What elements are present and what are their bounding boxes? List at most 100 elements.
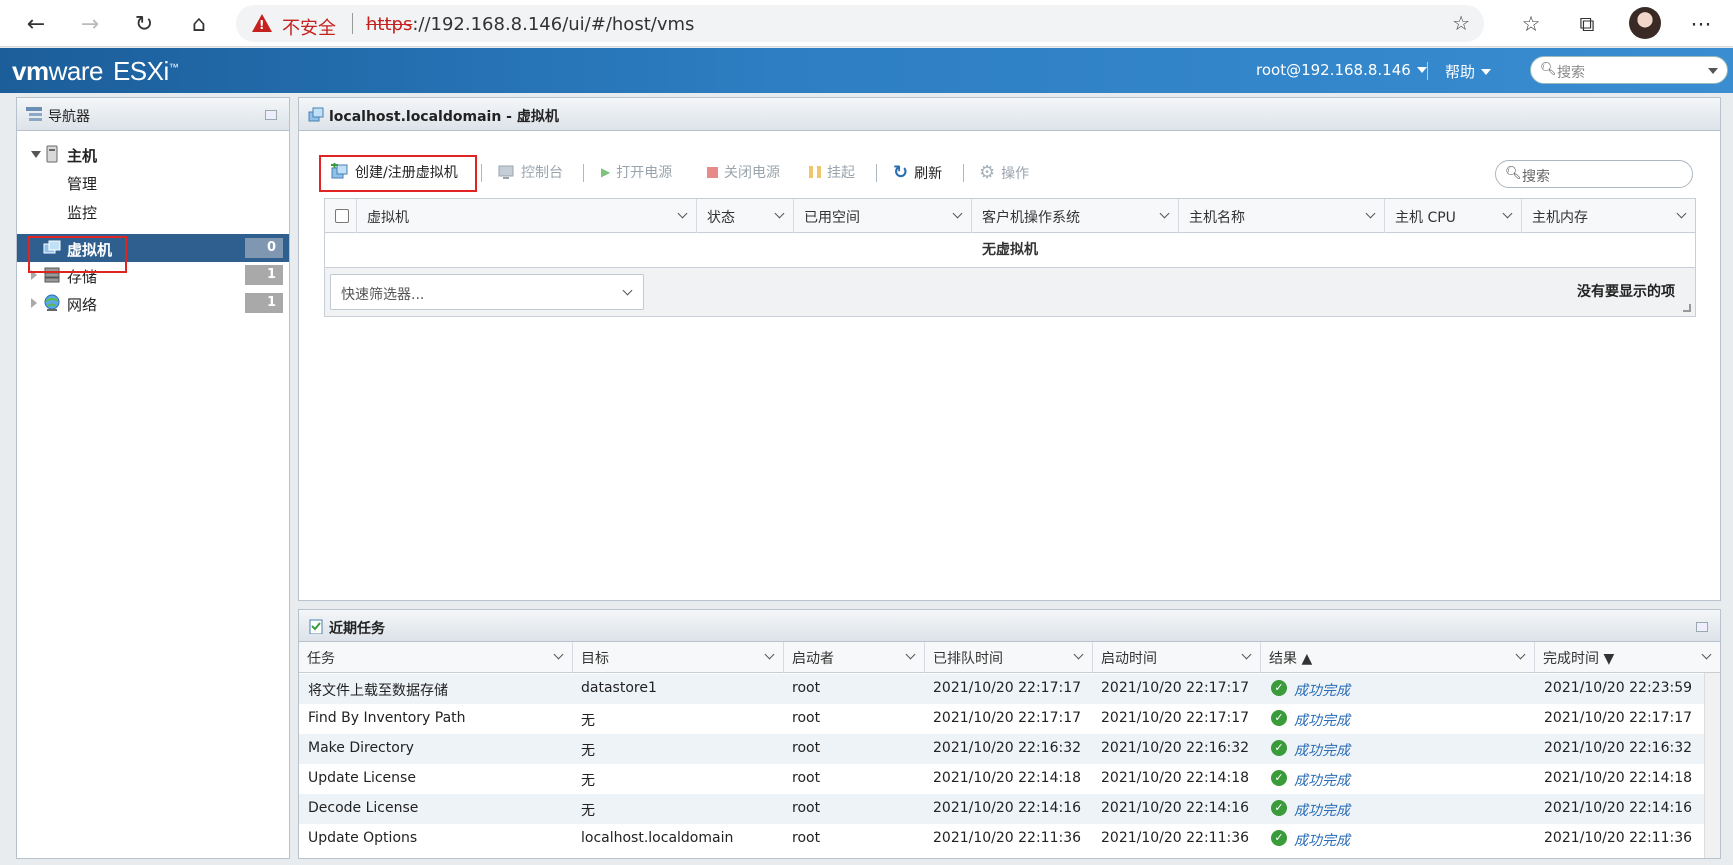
tasks-grid-header: 任务 目标 启动者 已排队时间 启动时间 结果 ▲ 完成时间 ▼ (299, 642, 1720, 673)
toolbar-separator (963, 164, 964, 182)
profile-avatar[interactable] (1629, 7, 1661, 39)
reload-icon[interactable]: ↻ (128, 8, 160, 40)
select-all-checkbox[interactable] (335, 209, 349, 223)
more-menu-icon[interactable]: ⋯ (1685, 8, 1717, 40)
host-icon (46, 145, 58, 163)
resize-grip-icon[interactable] (1683, 304, 1691, 312)
task-row[interactable]: Update License 无 root 2021/10/20 22:14:1… (299, 764, 1704, 794)
tasks-title: 近期任务 (329, 621, 385, 637)
column-header-started[interactable]: 启动时间 (1093, 642, 1261, 673)
column-header-target[interactable]: 目标 (573, 642, 784, 673)
back-icon[interactable]: ← (20, 8, 52, 40)
add-favorite-icon[interactable]: ☆ (1452, 11, 1470, 35)
network-globe-icon (44, 294, 60, 311)
column-header-guest-os[interactable]: 客户机操作系统 (972, 199, 1179, 233)
column-header-host-memory[interactable]: 主机内存 (1522, 199, 1695, 233)
refresh-button[interactable]: ↻ 刷新 (893, 162, 942, 183)
chevron-down-icon (1701, 649, 1712, 660)
vm-count-badge: 0 (245, 238, 283, 258)
task-row[interactable]: Make Directory 无 root 2021/10/20 22:16:3… (299, 734, 1704, 764)
help-menu[interactable]: 帮助 (1445, 61, 1492, 82)
success-check-icon: ✓ (1271, 830, 1287, 846)
column-header-result[interactable]: 结果 ▲ (1261, 642, 1535, 673)
column-header-queued[interactable]: 已排队时间 (925, 642, 1093, 673)
address-bar[interactable]: ! 不安全 https://192.168.8.146/ui/#/host/vm… (236, 5, 1484, 42)
stop-icon (707, 166, 718, 178)
actions-button[interactable]: ⚙ 操作 (979, 162, 1029, 183)
user-menu[interactable]: root@192.168.8.146 (1256, 61, 1427, 79)
vm-list-panel: localhost.localdomain - 虚拟机 创建/注册虚拟机 控制台… (298, 97, 1721, 601)
vmware-esxi-logo: vmware ESXi™ (12, 56, 179, 86)
toolbar-separator (481, 164, 482, 182)
console-icon (498, 165, 514, 179)
chevron-down-icon (764, 649, 775, 660)
favorites-icon[interactable]: ☆ (1515, 8, 1547, 40)
forward-icon[interactable]: → (74, 8, 106, 40)
tasks-icon (309, 619, 323, 634)
no-items-label: 没有要显示的项 (1577, 284, 1675, 300)
task-row[interactable]: Update Options localhost.localdomain roo… (299, 824, 1704, 854)
vm-icon (308, 107, 324, 122)
power-on-button[interactable]: ▶ 打开电源 (601, 162, 672, 182)
vm-grid: 虚拟机 状态 已用空间 客户机操作系统 主机名称 主机 CPU 主机内存 无虚拟… (324, 198, 1696, 317)
column-header-vm[interactable]: 虚拟机 (357, 199, 697, 233)
vm-grid-header: 虚拟机 状态 已用空间 客户机操作系统 主机名称 主机 CPU 主机内存 (325, 199, 1695, 233)
url-text[interactable]: https://192.168.8.146/ui/#/host/vms (366, 14, 694, 35)
pause-icon (809, 166, 821, 178)
chevron-down-icon (1502, 208, 1513, 219)
insecure-label[interactable]: 不安全 (282, 14, 336, 40)
column-header-task[interactable]: 任务 (299, 642, 573, 673)
url-path: ://192.168.8.146/ui/#/host/vms (412, 14, 695, 35)
chevron-down-icon (1515, 649, 1526, 660)
task-row[interactable]: Find By Inventory Path 无 root 2021/10/20… (299, 704, 1704, 734)
chevron-down-icon[interactable] (1708, 68, 1718, 74)
nav-item-host[interactable]: 主机 (17, 140, 289, 168)
task-row[interactable]: Decode License 无 root 2021/10/20 22:14:1… (299, 794, 1704, 824)
column-header-host-name[interactable]: 主机名称 (1179, 199, 1385, 233)
expand-icon[interactable] (31, 298, 37, 308)
vm-panel-title-bar: localhost.localdomain - 虚拟机 (299, 98, 1720, 131)
highlight-box-vms (28, 236, 127, 273)
chevron-down-icon (905, 649, 916, 660)
gear-icon: ⚙ (979, 162, 996, 183)
recent-tasks-panel: 近期任务 任务 目标 启动者 已排队时间 启动时间 结果 ▲ 完成时间 ▼ 将文… (298, 609, 1721, 859)
collections-icon[interactable]: ⧉ (1571, 8, 1603, 40)
search-icon: 🔍︎ (1505, 166, 1522, 181)
chevron-down-icon (952, 208, 963, 219)
minimize-icon[interactable] (1696, 622, 1708, 632)
suspend-button[interactable]: 挂起 (809, 162, 855, 182)
tasks-title-bar: 近期任务 (299, 610, 1720, 642)
task-row[interactable]: 将文件上载至数据存储 datastore1 root 2021/10/20 22… (299, 674, 1704, 704)
power-off-button[interactable]: 关闭电源 (707, 162, 780, 182)
search-icon: 🔍︎ (1540, 62, 1557, 77)
network-count-badge: 1 (245, 293, 283, 313)
nav-item-network[interactable]: 网络 1 (17, 289, 289, 317)
expand-icon[interactable] (31, 151, 41, 158)
nav-item-manage[interactable]: 管理 (17, 168, 289, 196)
tasks-scrollbar[interactable] (1704, 673, 1720, 858)
select-all-column (325, 199, 357, 233)
quick-filter-select[interactable]: 快速筛选器... (330, 274, 644, 310)
grid-footer: 快速筛选器... 没有要显示的项 (325, 268, 1695, 316)
vm-search-input[interactable]: 🔍︎ 搜索 (1495, 160, 1693, 188)
refresh-icon: ↻ (893, 162, 909, 183)
nav-item-monitor[interactable]: 监控 (17, 197, 289, 225)
url-protocol: https (366, 14, 413, 35)
column-header-host-cpu[interactable]: 主机 CPU (1385, 199, 1522, 233)
column-header-completed[interactable]: 完成时间 ▼ (1535, 642, 1720, 673)
browser-toolbar: ← → ↻ ⌂ ! 不安全 https://192.168.8.146/ui/#… (0, 0, 1733, 47)
header-search-input[interactable]: 🔍︎ 搜索 (1530, 56, 1728, 84)
chevron-down-icon (553, 649, 564, 660)
minimize-icon[interactable] (265, 110, 277, 120)
chevron-down-icon (1365, 208, 1376, 219)
column-header-used-space[interactable]: 已用空间 (794, 199, 972, 233)
column-header-status[interactable]: 状态 (697, 199, 794, 233)
toolbar-separator (876, 164, 877, 182)
chevron-down-icon (1073, 649, 1084, 660)
success-check-icon: ✓ (1271, 800, 1287, 816)
column-header-initiator[interactable]: 启动者 (784, 642, 925, 673)
header-separator (1427, 62, 1428, 80)
toolbar-separator (583, 164, 584, 182)
home-icon[interactable]: ⌂ (183, 8, 215, 40)
console-button[interactable]: 控制台 (497, 162, 563, 182)
